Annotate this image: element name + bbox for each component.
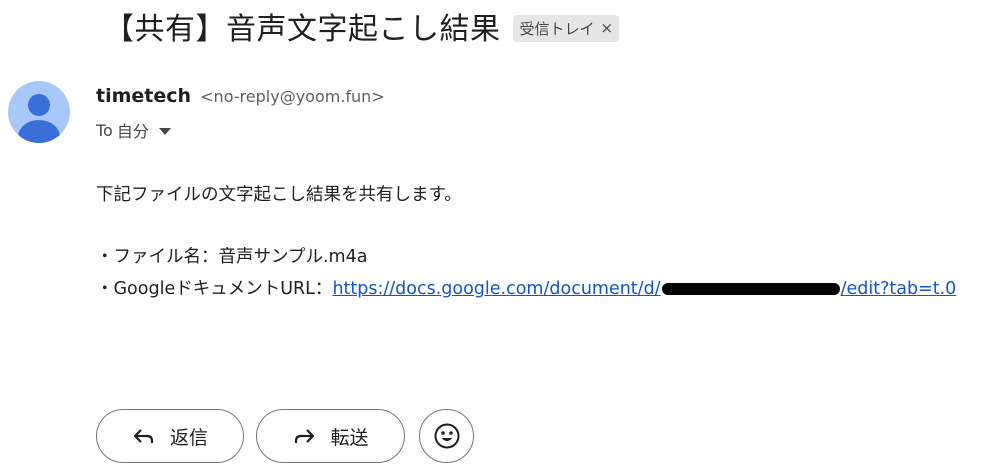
reply-label: 返信 xyxy=(169,426,208,449)
document-link-start[interactable]: https://docs.google.com/document/d/ xyxy=(332,279,660,299)
smiley-icon xyxy=(434,423,459,449)
sender-info: timetech <no-reply@yoom.fun> xyxy=(96,85,385,107)
email-view: 【共有】音声文字起こし結果 受信トレイ × timetech <no-reply… xyxy=(0,0,997,472)
remove-label-icon[interactable]: × xyxy=(601,20,614,36)
recipient-line: To 自分 xyxy=(96,118,171,142)
sender-avatar[interactable] xyxy=(8,81,70,143)
body-intro: 下記ファイルの文字起こし結果を共有します。 xyxy=(96,185,462,205)
subject-row: 【共有】音声文字起こし結果 受信トレイ × xyxy=(104,4,620,48)
emoji-reaction-button[interactable] xyxy=(419,409,474,463)
doc-url-label: ・GoogleドキュメントURL： xyxy=(96,279,333,299)
sender-name[interactable]: timetech xyxy=(96,85,191,107)
sender-email: <no-reply@yoom.fun> xyxy=(200,87,385,106)
reply-arrow-icon xyxy=(133,429,154,443)
document-link[interactable]: https://docs.google.com/document/d/ /edit… xyxy=(332,279,956,299)
body-file-line: ・ファイル名：音声サンプル.m4a xyxy=(96,247,368,267)
forward-button[interactable]: 転送 xyxy=(256,409,405,463)
email-body: 下記ファイルの文字起こし結果を共有します。 ・ファイル名：音声サンプル.m4a … xyxy=(96,179,956,305)
recipient-prefix: To xyxy=(96,120,113,140)
forward-arrow-icon xyxy=(295,429,315,443)
document-link-end[interactable]: /edit?tab=t.0 xyxy=(841,279,957,299)
person-icon xyxy=(18,94,60,143)
inbox-label-chip[interactable]: 受信トレイ × xyxy=(512,14,620,42)
forward-label: 転送 xyxy=(330,426,369,449)
recipient-name: 自分 xyxy=(116,122,149,141)
caret-down-icon[interactable] xyxy=(158,121,171,140)
email-subject: 【共有】音声文字起こし結果 xyxy=(104,12,501,47)
body-doc-line: ・GoogleドキュメントURL：https://docs.google.com… xyxy=(96,273,956,305)
reply-button[interactable]: 返信 xyxy=(96,409,244,463)
inbox-label-text: 受信トレイ xyxy=(519,19,595,38)
redaction-bar xyxy=(661,283,840,295)
